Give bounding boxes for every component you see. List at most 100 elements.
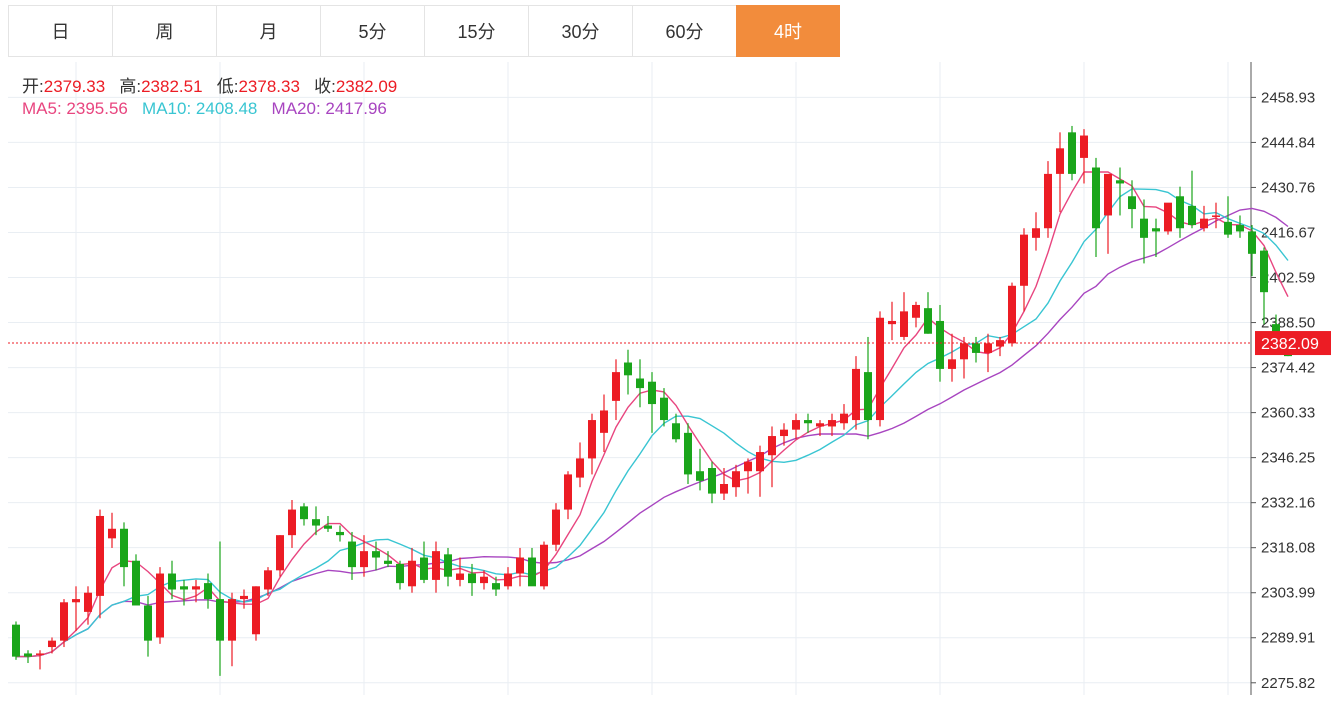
candle-body (876, 317, 884, 421)
candle-body (564, 474, 572, 510)
candle-body (240, 595, 248, 600)
candle-body (228, 599, 236, 641)
candle-body (348, 541, 356, 568)
candle-body (312, 519, 320, 526)
candle-body (420, 557, 428, 580)
candle-body (84, 592, 92, 612)
candle-body (1056, 148, 1064, 174)
candle-body (972, 343, 980, 353)
candle-body (1128, 196, 1136, 210)
candle-body (1104, 173, 1112, 216)
candle-body (108, 528, 116, 539)
candle-body (528, 557, 536, 587)
low-value: 2378.33 (238, 77, 300, 96)
y-tick-label: 2402.59 (1261, 270, 1315, 287)
candle-body (1080, 135, 1088, 158)
ma10-value: 2408.48 (195, 99, 258, 118)
candle-body (1200, 218, 1208, 229)
candle-body (72, 599, 80, 603)
y-tick-label: 2318.08 (1261, 540, 1315, 557)
current-price-label: 2382.09 (1261, 336, 1319, 353)
candle-body (744, 461, 752, 472)
y-tick-label: 2346.25 (1261, 450, 1315, 467)
candle-body (96, 515, 104, 596)
candle-body (732, 471, 740, 488)
ma5-label: MA5: (22, 99, 62, 118)
y-tick-label: 2374.42 (1261, 360, 1315, 377)
candle-body (900, 311, 908, 337)
low-label: 低: (216, 77, 239, 96)
y-tick-label: 2444.84 (1261, 134, 1315, 151)
candle-body (288, 509, 296, 536)
candle-body (984, 343, 992, 353)
candle-body (1008, 285, 1016, 344)
candle-body (276, 535, 284, 571)
candle-body (504, 573, 512, 587)
candle-body (480, 576, 488, 584)
candle-body (168, 573, 176, 590)
candle-body (300, 506, 308, 520)
candle-body (12, 624, 20, 657)
candle-body (1020, 234, 1028, 286)
candle-body (684, 432, 692, 475)
candle-body (132, 560, 140, 606)
candle-body (1032, 228, 1040, 238)
candle-body (636, 378, 644, 389)
candle-body (456, 573, 464, 580)
candle-body (264, 570, 272, 590)
candle-body (324, 525, 332, 529)
candle-body (492, 583, 500, 590)
candle-body (468, 573, 476, 584)
candle-body (1068, 132, 1076, 174)
open-value: 2379.33 (43, 77, 106, 96)
candle-body (1224, 221, 1232, 235)
candle-body (204, 583, 212, 600)
candle-body (1044, 173, 1052, 229)
candle-body (516, 557, 524, 574)
candle-body (864, 372, 872, 421)
candle-body (768, 436, 776, 456)
candle-body (1248, 231, 1256, 254)
candle-body (1092, 167, 1100, 229)
candle-body (804, 420, 812, 424)
ma10-label: MA10: (142, 99, 192, 118)
candle-body (60, 602, 68, 641)
candle-body (912, 304, 920, 318)
candle-body (756, 452, 764, 472)
candle-body (336, 531, 344, 536)
candle-body (396, 563, 404, 584)
y-tick-label: 2289.91 (1261, 630, 1315, 647)
y-tick-label: 2275.82 (1261, 675, 1315, 692)
close-value: 2382.09 (335, 77, 398, 96)
candle-body (1260, 250, 1268, 293)
candle-body (840, 413, 848, 424)
candle-body (1152, 228, 1160, 232)
candle-body (156, 573, 164, 638)
y-tick-label: 2360.33 (1261, 405, 1315, 422)
candle-body (624, 362, 632, 376)
candle-body (540, 544, 548, 587)
candle-body (672, 423, 680, 440)
candle-body (852, 368, 860, 421)
candle-body (936, 320, 944, 369)
high-label: 高: (119, 77, 142, 96)
candle-body (720, 484, 728, 494)
close-label: 收: (314, 77, 336, 96)
y-tick-label: 2430.76 (1261, 179, 1315, 196)
y-tick-label: 2303.99 (1261, 585, 1315, 602)
ohlc-info: 开:2379.33 高:2382.51 低:2378.33 收:2382.09 (22, 72, 397, 97)
candle-body (36, 653, 44, 655)
candle-body (576, 458, 584, 478)
y-tick-label: 2388.50 (1261, 315, 1315, 332)
candle-body (372, 551, 380, 558)
candle-body (1164, 202, 1172, 232)
candle-body (408, 560, 416, 587)
candle-body (660, 397, 668, 421)
open-label: 开: (22, 77, 44, 96)
ma-info: MA5: 2395.56 MA10: 2408.48 MA20: 2417.96 (22, 99, 387, 119)
candle-body (948, 359, 956, 369)
y-tick-label: 2332.16 (1261, 495, 1315, 512)
candle-body (588, 420, 596, 459)
candle-body (120, 528, 128, 568)
y-tick-label: 2458.93 (1261, 89, 1315, 106)
